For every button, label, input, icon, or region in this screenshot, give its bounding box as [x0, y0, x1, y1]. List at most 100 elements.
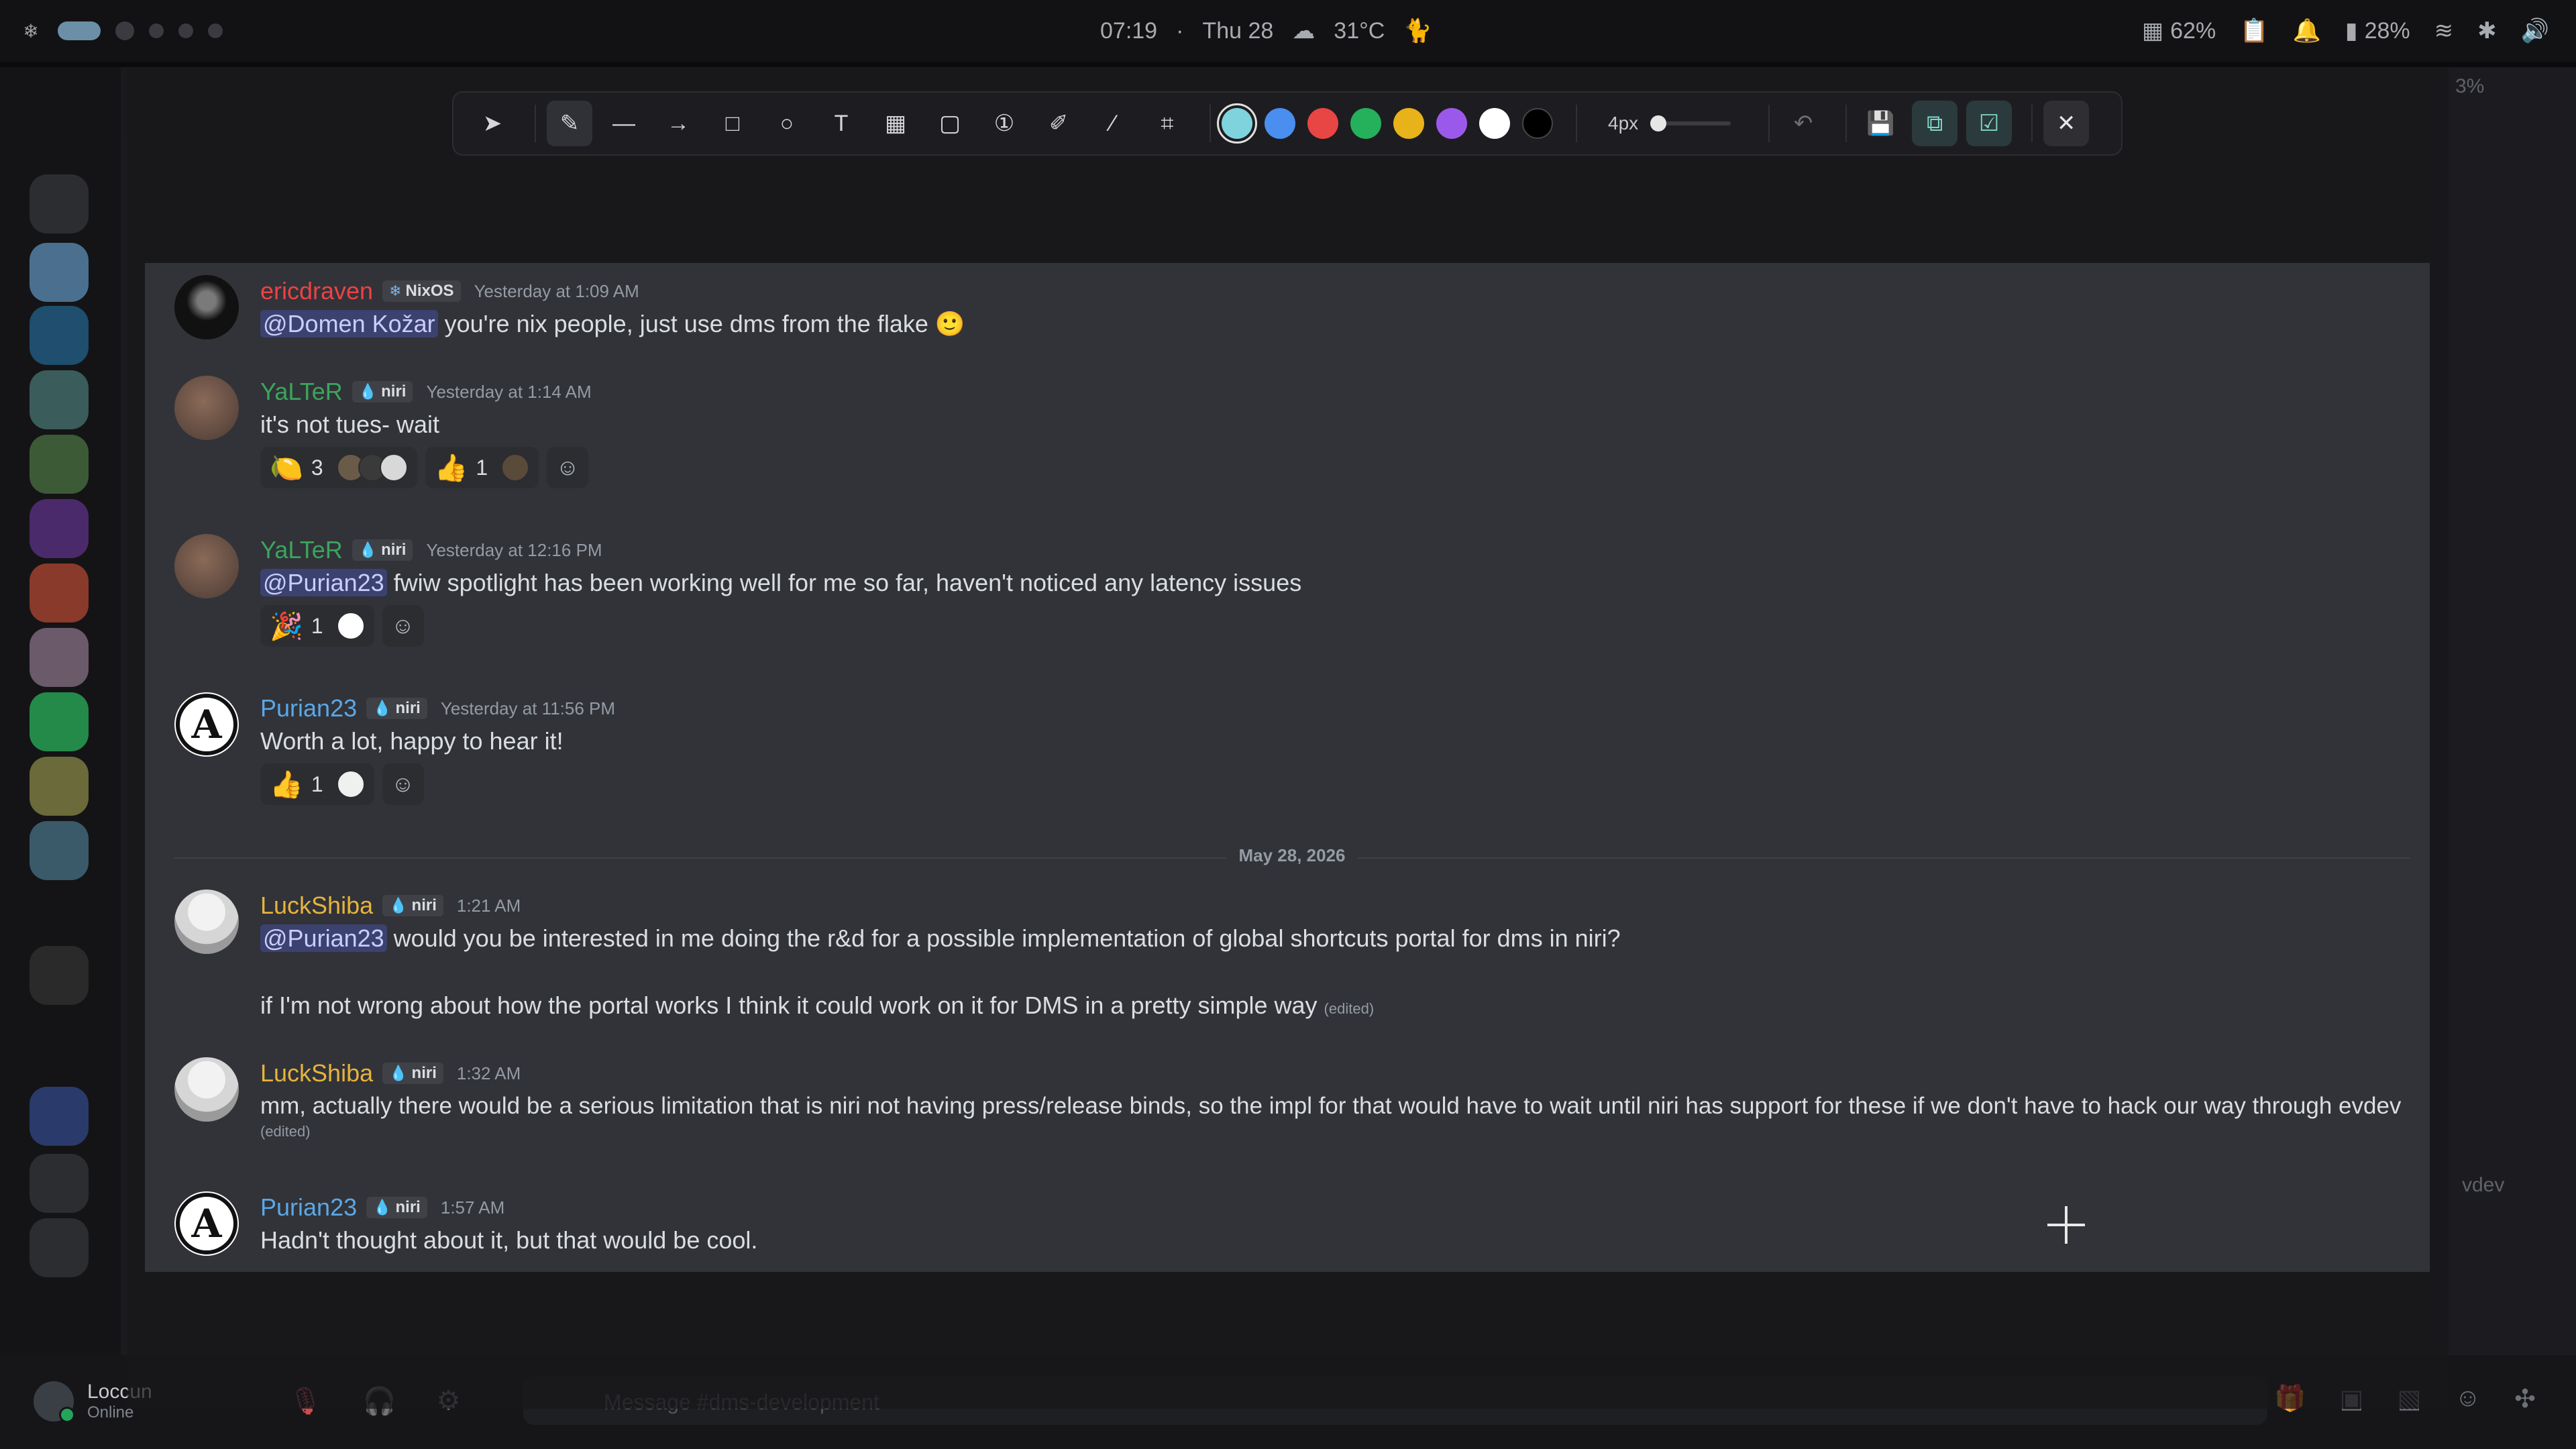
step-counter-icon[interactable]: ①: [981, 101, 1027, 146]
text-tool-icon[interactable]: T: [818, 101, 864, 146]
username[interactable]: ericdraven: [260, 277, 373, 305]
server-icon[interactable]: [30, 757, 89, 816]
username[interactable]: YaLTeR: [260, 378, 343, 406]
close-icon[interactable]: ✕: [2043, 101, 2090, 146]
app-icon[interactable]: [149, 23, 164, 38]
add-reaction-icon[interactable]: ☺: [382, 763, 424, 805]
system-top-bar: ❄ 07:19 · Thu 28 ☁ 31°C 🐈 ▦ 62% 📋 🔔 ▮ 28% …: [0, 0, 2576, 62]
apps-icon[interactable]: ✣: [2514, 1384, 2536, 1414]
server-icon[interactable]: [30, 499, 89, 558]
color-swatch-green[interactable]: [1350, 108, 1381, 139]
username[interactable]: Purian23: [260, 694, 357, 722]
server-icon[interactable]: [30, 946, 89, 1005]
color-swatch-blue[interactable]: [1265, 108, 1295, 139]
server-tag[interactable]: 💧 niri: [352, 381, 413, 402]
copy-icon[interactable]: ⧉: [1912, 101, 1958, 146]
bluetooth-icon[interactable]: ✱: [2477, 17, 2497, 44]
server-tag[interactable]: 💧 niri: [382, 1063, 443, 1084]
circle-tool-icon[interactable]: ○: [764, 101, 810, 146]
reaction[interactable]: 👍 1: [425, 447, 539, 488]
reaction[interactable]: 🎉 1: [260, 605, 374, 647]
mention[interactable]: @Purian23: [260, 569, 387, 596]
server-icon[interactable]: [30, 435, 89, 494]
blur-tool-icon[interactable]: ▦: [873, 101, 918, 146]
username[interactable]: LuckShiba: [260, 1059, 373, 1087]
mention[interactable]: @Purian23: [260, 924, 387, 952]
server-tag[interactable]: 💧 niri: [382, 895, 443, 916]
avatar[interactable]: [174, 692, 239, 757]
color-swatch-purple[interactable]: [1436, 108, 1467, 139]
reaction[interactable]: 👍 1: [260, 763, 374, 805]
arrow-tool-icon[interactable]: →: [655, 101, 701, 146]
app-icon[interactable]: [208, 23, 223, 38]
avatar[interactable]: [174, 890, 239, 954]
crop-tool-icon[interactable]: ⌗: [1144, 101, 1190, 146]
clock-area[interactable]: 07:19 · Thu 28 ☁ 31°C 🐈: [1100, 15, 1432, 47]
server-icon[interactable]: [30, 1087, 89, 1146]
avatar[interactable]: [174, 1057, 239, 1122]
discord-home-icon[interactable]: [30, 174, 89, 233]
explore-servers-icon[interactable]: [30, 1218, 89, 1277]
avatar[interactable]: [174, 376, 239, 440]
color-swatch-white[interactable]: [1479, 108, 1510, 139]
highlight-tool-icon[interactable]: ▢: [927, 101, 973, 146]
server-icon[interactable]: [30, 306, 89, 365]
emoji-icon[interactable]: ☺: [2455, 1384, 2481, 1414]
line-tool-icon[interactable]: —: [601, 101, 647, 146]
app-icon[interactable]: [178, 23, 193, 38]
notification-icon[interactable]: 🔔: [2293, 17, 2321, 44]
server-tag[interactable]: 💧 niri: [352, 539, 413, 561]
marker-tool-icon[interactable]: ✐: [1036, 101, 1081, 146]
color-swatch-cyan[interactable]: [1217, 103, 1257, 144]
server-icon[interactable]: [30, 243, 89, 302]
volume-icon[interactable]: 🔊: [2521, 17, 2549, 44]
avatar[interactable]: [174, 1191, 239, 1256]
wifi-icon[interactable]: ≋: [2434, 17, 2454, 44]
cpu-value: 62%: [2170, 17, 2216, 44]
color-swatch-black[interactable]: [1522, 108, 1553, 139]
workspace-active-pill[interactable]: [58, 21, 101, 40]
add-server-icon[interactable]: [30, 1154, 89, 1213]
avatar[interactable]: [174, 534, 239, 598]
slider-knob[interactable]: [1650, 115, 1667, 131]
server-icon[interactable]: [30, 692, 89, 751]
server-tag[interactable]: 💧 niri: [366, 1197, 427, 1218]
server-icon[interactable]: [30, 564, 89, 623]
avatar[interactable]: [174, 275, 239, 339]
add-reaction-icon[interactable]: ☺: [547, 447, 589, 488]
toolbar-separator: [1210, 105, 1211, 142]
cpu-widget[interactable]: ▦ 62%: [2142, 17, 2216, 44]
server-tag[interactable]: 💧 niri: [366, 698, 427, 719]
timestamp: 1:21 AM: [456, 895, 521, 916]
undo-icon[interactable]: ↶: [1780, 101, 1826, 146]
server-icon[interactable]: [30, 821, 89, 880]
clipboard-icon[interactable]: 📋: [2240, 17, 2268, 44]
battery-widget[interactable]: ▮ 28%: [2345, 17, 2410, 44]
chat-message: YaLTeR 💧 niri Yesterday at 1:14 AM it's n…: [174, 376, 2410, 510]
pen-tool-icon[interactable]: ✎: [547, 101, 592, 146]
select-arrow-icon[interactable]: ➤: [470, 101, 515, 146]
username[interactable]: Purian23: [260, 1193, 357, 1222]
reaction-count: 1: [311, 613, 323, 638]
add-reaction-icon[interactable]: ☺: [382, 605, 424, 647]
server-icon[interactable]: [30, 628, 89, 687]
launcher-icon[interactable]: ❄: [19, 19, 43, 43]
mention[interactable]: @Domen Kožar: [260, 310, 438, 337]
server-tag[interactable]: ❄ NixOS: [382, 280, 461, 302]
rectangle-tool-icon[interactable]: □: [710, 101, 755, 146]
stroke-size-slider[interactable]: [1650, 115, 1731, 131]
username[interactable]: YaLTeR: [260, 536, 343, 564]
color-swatch-yellow[interactable]: [1393, 108, 1424, 139]
save-icon[interactable]: 💾: [1858, 101, 1903, 146]
username[interactable]: LuckShiba: [260, 892, 373, 920]
user-avatar[interactable]: [34, 1381, 75, 1423]
message-text: @Purian23 fwiw spotlight has been workin…: [260, 566, 2410, 600]
color-swatch-red[interactable]: [1307, 108, 1338, 139]
eyedropper-tool-icon[interactable]: ⁄: [1090, 101, 1136, 146]
reaction[interactable]: 🍋 3: [260, 447, 417, 488]
message-content: would you be interested in me doing the …: [386, 924, 1621, 952]
confirm-copy-icon[interactable]: ☑: [1966, 101, 2012, 146]
server-icon[interactable]: [30, 370, 89, 429]
workspace-dot[interactable]: [115, 21, 134, 40]
chat-message: Purian23 💧niri Yesterday at 11:56 PM Wor…: [174, 692, 2410, 826]
